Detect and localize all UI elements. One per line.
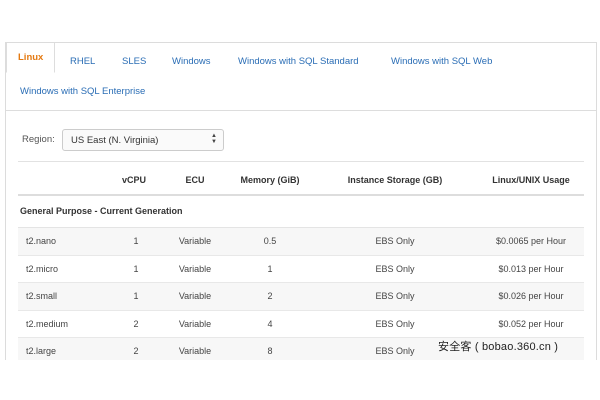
tab-windows[interactable]: Windows	[172, 56, 211, 68]
cell-usage: $0.013 per Hour	[498, 263, 564, 274]
pricing-panel: Linux RHEL SLES Windows Windows with SQL…	[5, 42, 597, 360]
cell-usage: $0.0065 per Hour	[495, 236, 567, 246]
header-vcpu: vCPU	[121, 175, 146, 185]
divider	[18, 161, 584, 162]
tab-sles[interactable]: SLES	[122, 56, 146, 68]
tab-windows-sql-enterprise[interactable]: Windows with SQL Enterprise	[20, 86, 145, 98]
region-select[interactable]: US East (N. Virginia) ▲ ▼	[62, 129, 224, 151]
region-label: Region:	[22, 134, 55, 145]
cell-memory: 2	[267, 291, 273, 301]
site-watermark: 安全客 ( bobao.360.cn )	[438, 341, 559, 353]
cell-instance: t2.micro	[26, 263, 59, 274]
tab-windows-sql-standard[interactable]: Windows with SQL Standard	[238, 56, 359, 68]
header-usage: Linux/UNIX Usage	[492, 175, 570, 185]
cell-storage: EBS Only	[375, 318, 415, 329]
section-heading: General Purpose - Current Generation	[18, 196, 584, 228]
cell-ecu: Variable	[178, 263, 212, 274]
cell-memory: 0.5	[263, 236, 277, 246]
chevron-updown-icon: ▲ ▼	[211, 133, 217, 145]
cell-vcpu: 1	[133, 291, 139, 301]
table-header-row: vCPU ECU Memory (GiB) Instance Storage (…	[18, 167, 584, 196]
cell-usage: $0.026 per Hour	[498, 291, 564, 301]
cell-instance: t2.large	[26, 346, 57, 356]
table-row: t2.micro 1 Variable 1 EBS Only $0.013 pe…	[18, 256, 584, 283]
cell-instance: t2.small	[26, 291, 58, 301]
header-memory: Memory (GiB)	[240, 175, 300, 185]
section-title: General Purpose - Current Generation	[20, 206, 183, 216]
cell-storage: EBS Only	[375, 291, 415, 301]
cell-ecu: Variable	[178, 318, 212, 329]
cell-ecu: Variable	[178, 291, 212, 301]
cell-storage: EBS Only	[375, 346, 415, 356]
cell-storage: EBS Only	[375, 263, 415, 274]
cell-vcpu: 1	[133, 263, 139, 274]
cell-ecu: Variable	[178, 236, 212, 246]
cell-vcpu: 2	[133, 318, 139, 329]
tab-rhel[interactable]: RHEL	[70, 56, 95, 68]
cell-instance: t2.nano	[26, 236, 57, 246]
os-tab-bar: Linux RHEL SLES Windows Windows with SQL…	[6, 43, 596, 111]
cell-instance: t2.medium	[26, 318, 69, 329]
cell-vcpu: 1	[133, 236, 139, 246]
cell-usage: $0.052 per Hour	[498, 318, 564, 329]
cell-vcpu: 2	[133, 346, 139, 356]
cell-storage: EBS Only	[375, 236, 415, 246]
table-row: t2.small 1 Variable 2 EBS Only $0.026 pe…	[18, 283, 584, 311]
cell-memory: 1	[267, 263, 273, 274]
cell-memory: 4	[267, 318, 273, 329]
cell-memory: 8	[267, 346, 273, 356]
table-row: t2.medium 2 Variable 4 EBS Only $0.052 p…	[18, 311, 584, 338]
tab-windows-sql-web[interactable]: Windows with SQL Web	[391, 56, 492, 68]
pricing-table: vCPU ECU Memory (GiB) Instance Storage (…	[18, 167, 584, 360]
tab-linux[interactable]: Linux	[6, 43, 56, 73]
cell-ecu: Variable	[178, 346, 212, 356]
region-selected-value: US East (N. Virginia)	[71, 135, 159, 146]
table-row: t2.nano 1 Variable 0.5 EBS Only $0.0065 …	[18, 228, 584, 256]
header-ecu: ECU	[185, 175, 205, 185]
header-storage: Instance Storage (GB)	[347, 175, 443, 185]
